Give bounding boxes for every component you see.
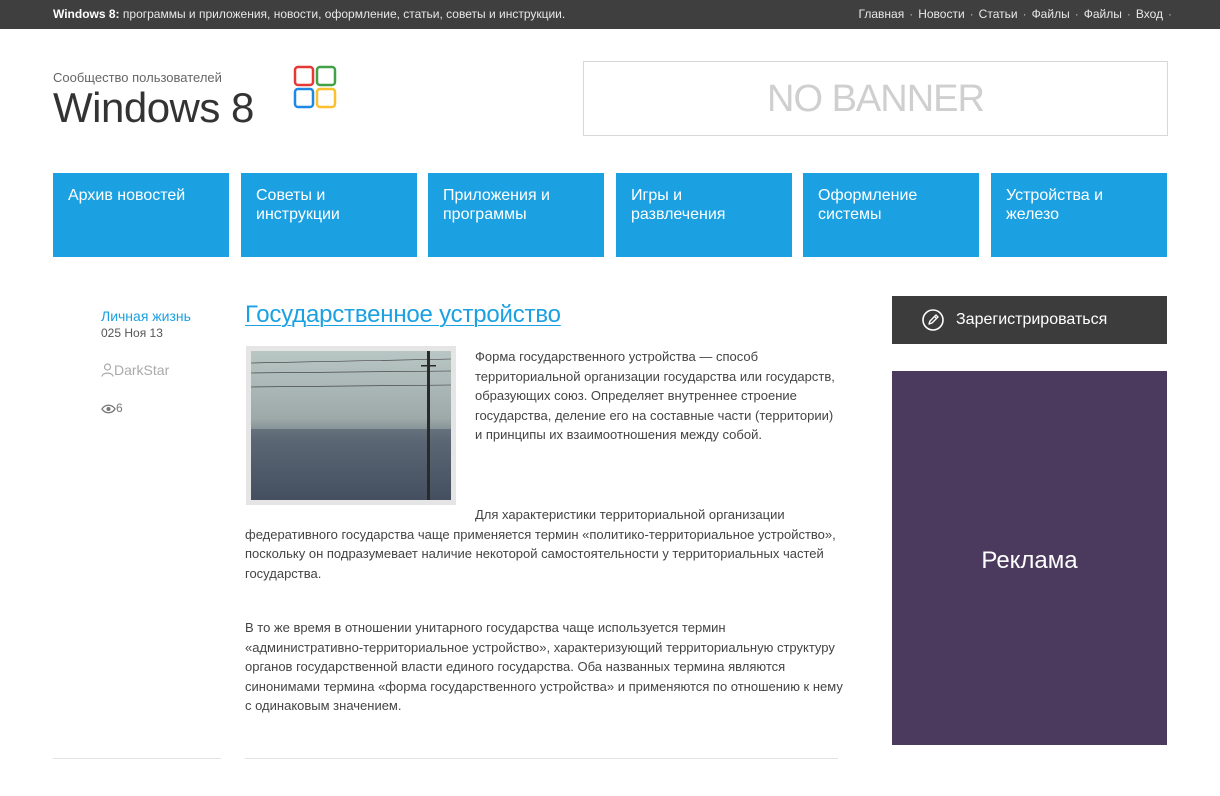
windows-logo-icon [293, 65, 337, 109]
user-icon [101, 363, 114, 377]
header-banner[interactable]: NO BANNER [583, 61, 1168, 136]
site-logo[interactable]: Сообщество пользователей Windows 8 [53, 65, 353, 140]
register-button[interactable]: Зарегистрироваться [892, 296, 1167, 344]
top-bar: Windows 8: программы и приложения, новос… [0, 0, 1220, 29]
post-date: 025 Ноя 13 [101, 326, 163, 340]
nav-tile-label: Архив новостей [68, 187, 186, 204]
separator: · [1126, 7, 1131, 21]
site-tagline: Windows 8: программы и приложения, новос… [53, 7, 565, 21]
post-author[interactable]: DarkStar [101, 362, 169, 378]
top-link-home[interactable]: Главная [859, 7, 905, 21]
site-name: Windows 8: [53, 7, 120, 21]
separator: · [1168, 7, 1172, 21]
nav-tile-apps[interactable]: Приложения и программы [428, 173, 604, 257]
views-count: 6 [116, 401, 123, 415]
logo-title: Windows 8 [53, 84, 254, 131]
top-link-articles[interactable]: Статьи [979, 7, 1018, 21]
eye-icon [101, 404, 116, 414]
top-links: Главная · Новости · Статьи · Файлы · Файлы · Вход · [859, 7, 1172, 21]
nav-tile-label: Приложения и программы [443, 187, 550, 223]
logo-subtitle: Сообщество пользователей [53, 70, 222, 85]
separator: · [1022, 7, 1027, 21]
post-photo [250, 351, 452, 500]
post-views: 6 [101, 401, 123, 415]
post-paragraph-2: Для характеристики территориальной орган… [245, 505, 845, 583]
divider [53, 758, 221, 759]
nav-tile-label: Оформление системы [818, 187, 918, 223]
post-paragraph-3: В то же время в отношении унитарного гос… [245, 620, 843, 713]
separator: · [909, 7, 914, 21]
nav-tile-tips[interactable]: Советы и инструкции [241, 173, 417, 257]
top-link-login[interactable]: Вход [1136, 7, 1163, 21]
post-category-link[interactable]: Личная жизнь [101, 308, 191, 324]
logo-square-green [315, 65, 337, 87]
nav-tile-label: Советы и инструкции [256, 187, 340, 223]
divider [245, 758, 838, 759]
ad-block[interactable]: Реклама [892, 371, 1167, 745]
top-link-files[interactable]: Файлы [1032, 7, 1070, 21]
logo-square-yellow [315, 87, 337, 109]
top-link-news[interactable]: Новости [918, 7, 964, 21]
logo-square-red [293, 65, 315, 87]
logo-square-blue [293, 87, 315, 109]
post-paragraph-1: Форма государственного устройства — спос… [475, 349, 835, 442]
nav-tile-games[interactable]: Игры и развлечения [616, 173, 792, 257]
nav-tile-design[interactable]: Оформление системы [803, 173, 979, 257]
separator: · [1074, 7, 1079, 21]
post-paragraph-2-text: Для характеристики территориальной орган… [245, 507, 836, 581]
nav-tile-label: Игры и развлечения [631, 187, 726, 223]
post-thumbnail[interactable] [246, 346, 456, 505]
nav-tile-news-archive[interactable]: Архив новостей [53, 173, 229, 257]
nav-tile-devices[interactable]: Устройства и железо [991, 173, 1167, 257]
register-label: Зарегистрироваться [956, 311, 1108, 328]
separator: · [969, 7, 974, 21]
nav-tile-label: Устройства и железо [1006, 187, 1104, 223]
top-link-files-2[interactable]: Файлы [1084, 7, 1122, 21]
post-title-link[interactable]: Государственное устройство [245, 301, 561, 329]
author-name: DarkStar [114, 362, 170, 378]
tagline-text: программы и приложения, новости, оформле… [119, 7, 566, 21]
pencil-circle-icon [922, 309, 944, 331]
banner-text: NO BANNER [767, 78, 985, 120]
ad-label: Реклама [981, 547, 1078, 574]
